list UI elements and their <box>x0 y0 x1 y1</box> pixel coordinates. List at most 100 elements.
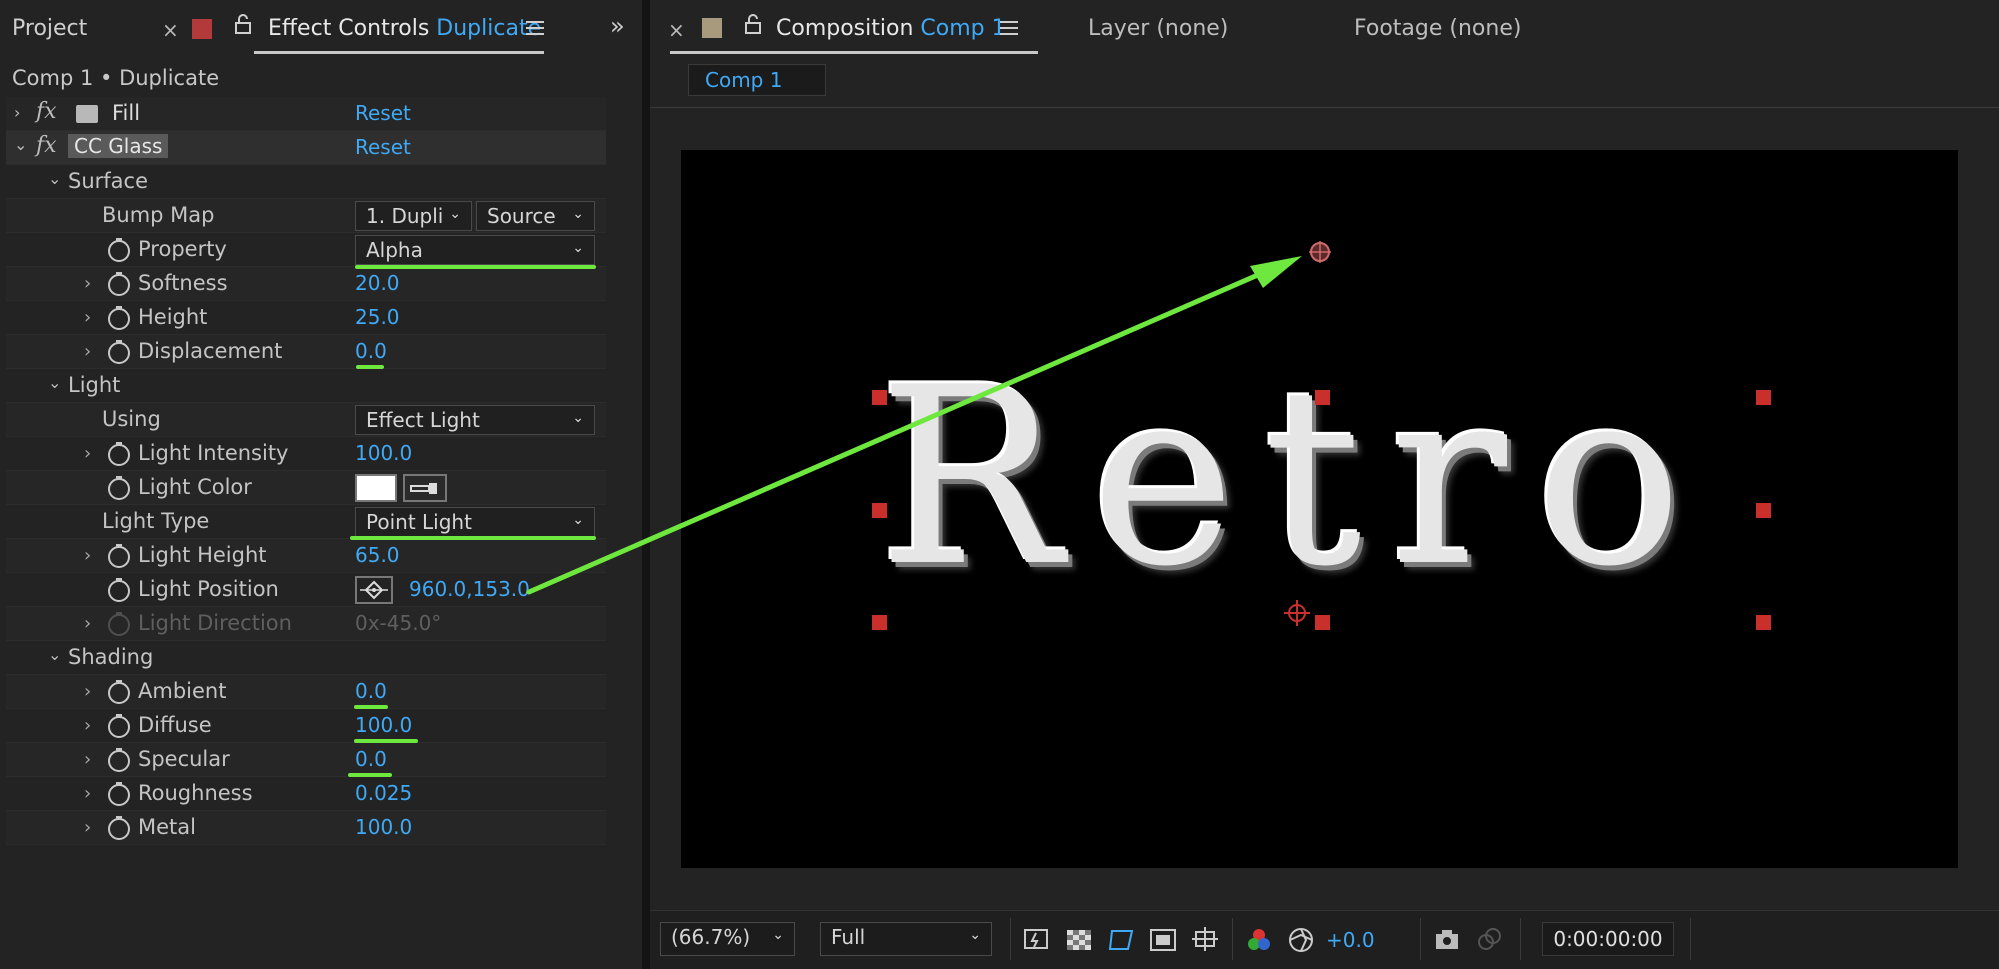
eyedropper-icon[interactable] <box>403 474 447 502</box>
breadcrumb: Comp 1 • Duplicate <box>12 66 220 90</box>
stopwatch-icon[interactable] <box>106 577 132 603</box>
stopwatch-icon[interactable] <box>106 271 132 297</box>
chevron-right-icon[interactable]: › <box>84 749 91 770</box>
group-light[interactable]: ⌄ Light <box>6 369 606 403</box>
lock-icon[interactable] <box>744 14 762 34</box>
transform-handle[interactable] <box>1756 390 1771 405</box>
bump-map-layer-dropdown[interactable]: 1. Dupli ⌄ <box>355 201 472 231</box>
effect-row-cc-glass[interactable]: ⌄ fx CC Glass Reset <box>6 131 606 165</box>
toolbar-separator <box>1420 918 1421 960</box>
reset-fill-link[interactable]: Reset <box>355 101 411 125</box>
displacement-value[interactable]: 0.0 <box>355 339 387 363</box>
chevron-right-icon[interactable]: › <box>84 783 91 804</box>
expand-panels-icon[interactable]: » <box>610 12 625 40</box>
color-channels-icon[interactable] <box>1244 925 1274 955</box>
exposure-value[interactable]: +0.0 <box>1326 928 1375 952</box>
stopwatch-icon[interactable] <box>106 441 132 467</box>
region-of-interest-icon[interactable] <box>1148 925 1178 955</box>
specular-value[interactable]: 0.0 <box>355 747 387 771</box>
light-position-point-icon[interactable] <box>1306 238 1334 266</box>
stopwatch-icon[interactable] <box>106 305 132 331</box>
stopwatch-icon[interactable] <box>106 781 132 807</box>
lock-icon[interactable] <box>234 14 252 34</box>
height-value[interactable]: 25.0 <box>355 305 400 329</box>
transform-handle[interactable] <box>872 503 887 518</box>
stopwatch-icon[interactable] <box>106 747 132 773</box>
snapshot-icon[interactable] <box>1432 925 1462 955</box>
reset-cc-glass-link[interactable]: Reset <box>355 135 411 159</box>
roughness-value[interactable]: 0.025 <box>355 781 412 805</box>
group-surface[interactable]: ⌄ Surface <box>6 165 606 199</box>
fast-preview-icon[interactable] <box>1022 925 1052 955</box>
transparency-grid-icon[interactable] <box>1064 925 1094 955</box>
chevron-right-icon[interactable]: › <box>84 341 91 362</box>
transform-handle[interactable] <box>872 390 887 405</box>
ambient-value[interactable]: 0.0 <box>355 679 387 703</box>
effect-row-fill[interactable]: › fx Fill Reset <box>6 97 606 131</box>
stopwatch-icon[interactable] <box>106 237 132 263</box>
canvas-text-retro[interactable]: Retro <box>878 355 1683 600</box>
close-icon[interactable]: × <box>162 18 179 42</box>
chevron-down-icon[interactable]: ⌄ <box>48 169 61 188</box>
group-shading[interactable]: ⌄ Shading <box>6 641 606 675</box>
transform-handle[interactable] <box>872 615 887 630</box>
stopwatch-icon[interactable] <box>106 815 132 841</box>
resolution-dropdown[interactable]: Full ⌄ <box>820 922 992 956</box>
close-icon[interactable]: × <box>668 18 685 42</box>
light-height-value[interactable]: 65.0 <box>355 543 400 567</box>
tab-effect-controls[interactable]: Effect Controls Duplicate <box>268 16 541 41</box>
tab-layer[interactable]: Layer (none) <box>1088 16 1228 41</box>
chevron-down-icon[interactable]: ⌄ <box>48 645 61 664</box>
metal-value[interactable]: 100.0 <box>355 815 412 839</box>
transform-handle[interactable] <box>1315 390 1330 405</box>
comp-subtab[interactable]: Comp 1 <box>688 64 826 96</box>
transform-handle[interactable] <box>1315 615 1330 630</box>
bump-map-source-dropdown[interactable]: Source ⌄ <box>476 201 595 231</box>
chevron-right-icon[interactable]: › <box>84 817 91 838</box>
property-dropdown[interactable]: Alpha ⌄ <box>355 235 595 265</box>
diffuse-value[interactable]: 100.0 <box>355 713 412 737</box>
stopwatch-icon[interactable] <box>106 679 132 705</box>
transform-handle[interactable] <box>1756 615 1771 630</box>
fx-icon[interactable]: fx <box>36 133 57 158</box>
mask-path-icon[interactable] <box>1106 925 1136 955</box>
tab-footage[interactable]: Footage (none) <box>1354 16 1521 41</box>
light-position-value[interactable]: 960.0,153.0 <box>409 577 530 601</box>
using-dropdown[interactable]: Effect Light ⌄ <box>355 405 595 435</box>
crosshair-icon[interactable] <box>355 576 393 604</box>
group-label: Surface <box>68 169 149 193</box>
chevron-right-icon[interactable]: › <box>84 273 91 294</box>
stopwatch-icon[interactable] <box>106 713 132 739</box>
anchor-point-icon[interactable] <box>1282 598 1312 628</box>
composition-viewer[interactable]: Retro <box>650 110 1999 910</box>
stopwatch-icon[interactable] <box>106 475 132 501</box>
light-intensity-value[interactable]: 100.0 <box>355 441 412 465</box>
transform-handle[interactable] <box>1756 503 1771 518</box>
chevron-down-icon[interactable]: ⌄ <box>14 135 27 154</box>
fx-icon[interactable]: fx <box>36 99 57 124</box>
chevron-right-icon[interactable]: › <box>84 715 91 736</box>
chevron-right-icon[interactable]: › <box>84 613 91 634</box>
exposure-reset-icon[interactable] <box>1286 925 1316 955</box>
chevron-right-icon[interactable]: › <box>84 545 91 566</box>
panel-divider[interactable] <box>642 0 650 969</box>
show-snapshot-icon[interactable] <box>1474 925 1504 955</box>
zoom-dropdown[interactable]: (66.7%) ⌄ <box>660 922 795 956</box>
effect-name-cc-glass[interactable]: CC Glass <box>68 134 169 158</box>
chevron-right-icon[interactable]: › <box>84 443 91 464</box>
menu-icon[interactable] <box>1000 20 1018 36</box>
timecode-display[interactable]: 0:00:00:00 <box>1542 922 1674 956</box>
stopwatch-icon[interactable] <box>106 339 132 365</box>
light-type-dropdown[interactable]: Point Light ⌄ <box>355 507 595 537</box>
chevron-right-icon[interactable]: › <box>14 103 20 122</box>
chevron-right-icon[interactable]: › <box>84 307 91 328</box>
softness-value[interactable]: 20.0 <box>355 271 400 295</box>
tab-composition[interactable]: Composition Comp 1 <box>776 16 1006 41</box>
chevron-down-icon[interactable]: ⌄ <box>48 373 61 392</box>
grid-guides-icon[interactable] <box>1190 925 1220 955</box>
tab-project[interactable]: Project <box>12 16 87 41</box>
menu-icon[interactable] <box>526 20 544 36</box>
light-color-swatch[interactable] <box>355 474 397 502</box>
stopwatch-icon[interactable] <box>106 543 132 569</box>
chevron-right-icon[interactable]: › <box>84 681 91 702</box>
